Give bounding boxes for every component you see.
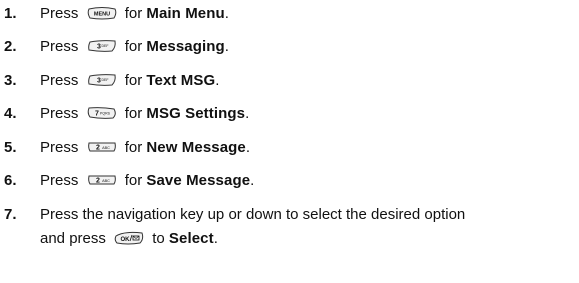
key-3def-icon: 3 DEF — [87, 39, 117, 53]
step-target: Select — [168, 230, 214, 247]
step-suffix: . — [215, 72, 220, 89]
step-prefix: Press — [40, 139, 79, 156]
step-text-line-1: Press the navigation key up or down to s… — [40, 206, 466, 223]
key-3def-icon: 3 DEF — [87, 73, 117, 87]
svg-text:OK: OK — [121, 237, 131, 243]
svg-text:ABC: ABC — [102, 146, 110, 150]
step-target: MSG Settings — [146, 105, 246, 122]
step-text-line-2: and press OK to Select. — [40, 229, 218, 249]
step-number: 2. — [4, 38, 17, 55]
step-mid: for — [124, 105, 143, 122]
step-text: Press 2 ABC for New Message. — [40, 138, 250, 158]
step-suffix: . — [245, 139, 251, 156]
key-2abc-icon: 2 ABC — [87, 140, 117, 154]
step-mid: for — [124, 139, 143, 156]
svg-text:7: 7 — [95, 111, 99, 118]
step-target: Save Message — [146, 172, 251, 189]
step-number: 6. — [4, 172, 17, 189]
svg-text:PQRS: PQRS — [100, 112, 111, 116]
step-number: 3. — [4, 72, 17, 89]
step-suffix: . — [250, 172, 255, 189]
key-7pqrs-icon: 7 PQRS — [87, 106, 117, 120]
svg-text:MENU: MENU — [93, 12, 109, 18]
step-text: Press 7 PQRS for MSG Settings. — [40, 104, 249, 124]
key-2abc-icon: 2 ABC — [87, 173, 117, 187]
step-prefix: Press — [40, 72, 79, 89]
step-text: Press 3 DEF for Text MSG. — [40, 71, 219, 91]
step-mid: for — [124, 5, 143, 22]
step-number: 4. — [4, 105, 17, 122]
step-prefix: Press — [40, 38, 79, 55]
step-number: 5. — [4, 139, 17, 156]
step-prefix: Press — [40, 172, 79, 189]
step-text: Press 2 ABC for Save Message. — [40, 171, 254, 191]
step-target: New Message — [146, 139, 246, 156]
svg-text:2: 2 — [96, 145, 100, 152]
svg-text:3: 3 — [97, 44, 101, 51]
svg-text:2: 2 — [96, 178, 100, 185]
step-prefix: and press — [40, 230, 106, 247]
step-number: 7. — [4, 206, 17, 223]
svg-text:DEF: DEF — [101, 78, 108, 82]
step-mid: for — [124, 38, 143, 55]
step-number: 1. — [4, 5, 17, 22]
step-text: Press MENU for Main Menu. — [40, 4, 229, 24]
svg-text:3: 3 — [97, 78, 101, 85]
step-suffix: . — [213, 230, 218, 247]
svg-text:ABC: ABC — [102, 179, 110, 183]
step-prefix: Press — [40, 5, 79, 22]
ok-key-icon: OK — [114, 231, 144, 245]
step-text: Press 3 DEF for Messaging. — [40, 37, 229, 57]
step-mid: for — [124, 172, 143, 189]
step-suffix: . — [224, 5, 229, 22]
step-mid: to — [152, 230, 165, 247]
step-suffix: . — [245, 105, 250, 122]
step-mid: for — [124, 72, 143, 89]
step-prefix: Press — [40, 105, 79, 122]
menu-key-icon: MENU — [87, 6, 117, 20]
svg-text:DEF: DEF — [101, 44, 108, 48]
step-target: Text MSG — [146, 72, 216, 89]
step-target: Messaging — [146, 38, 225, 55]
step-target: Main Menu — [146, 5, 225, 22]
step-suffix: . — [224, 38, 229, 55]
